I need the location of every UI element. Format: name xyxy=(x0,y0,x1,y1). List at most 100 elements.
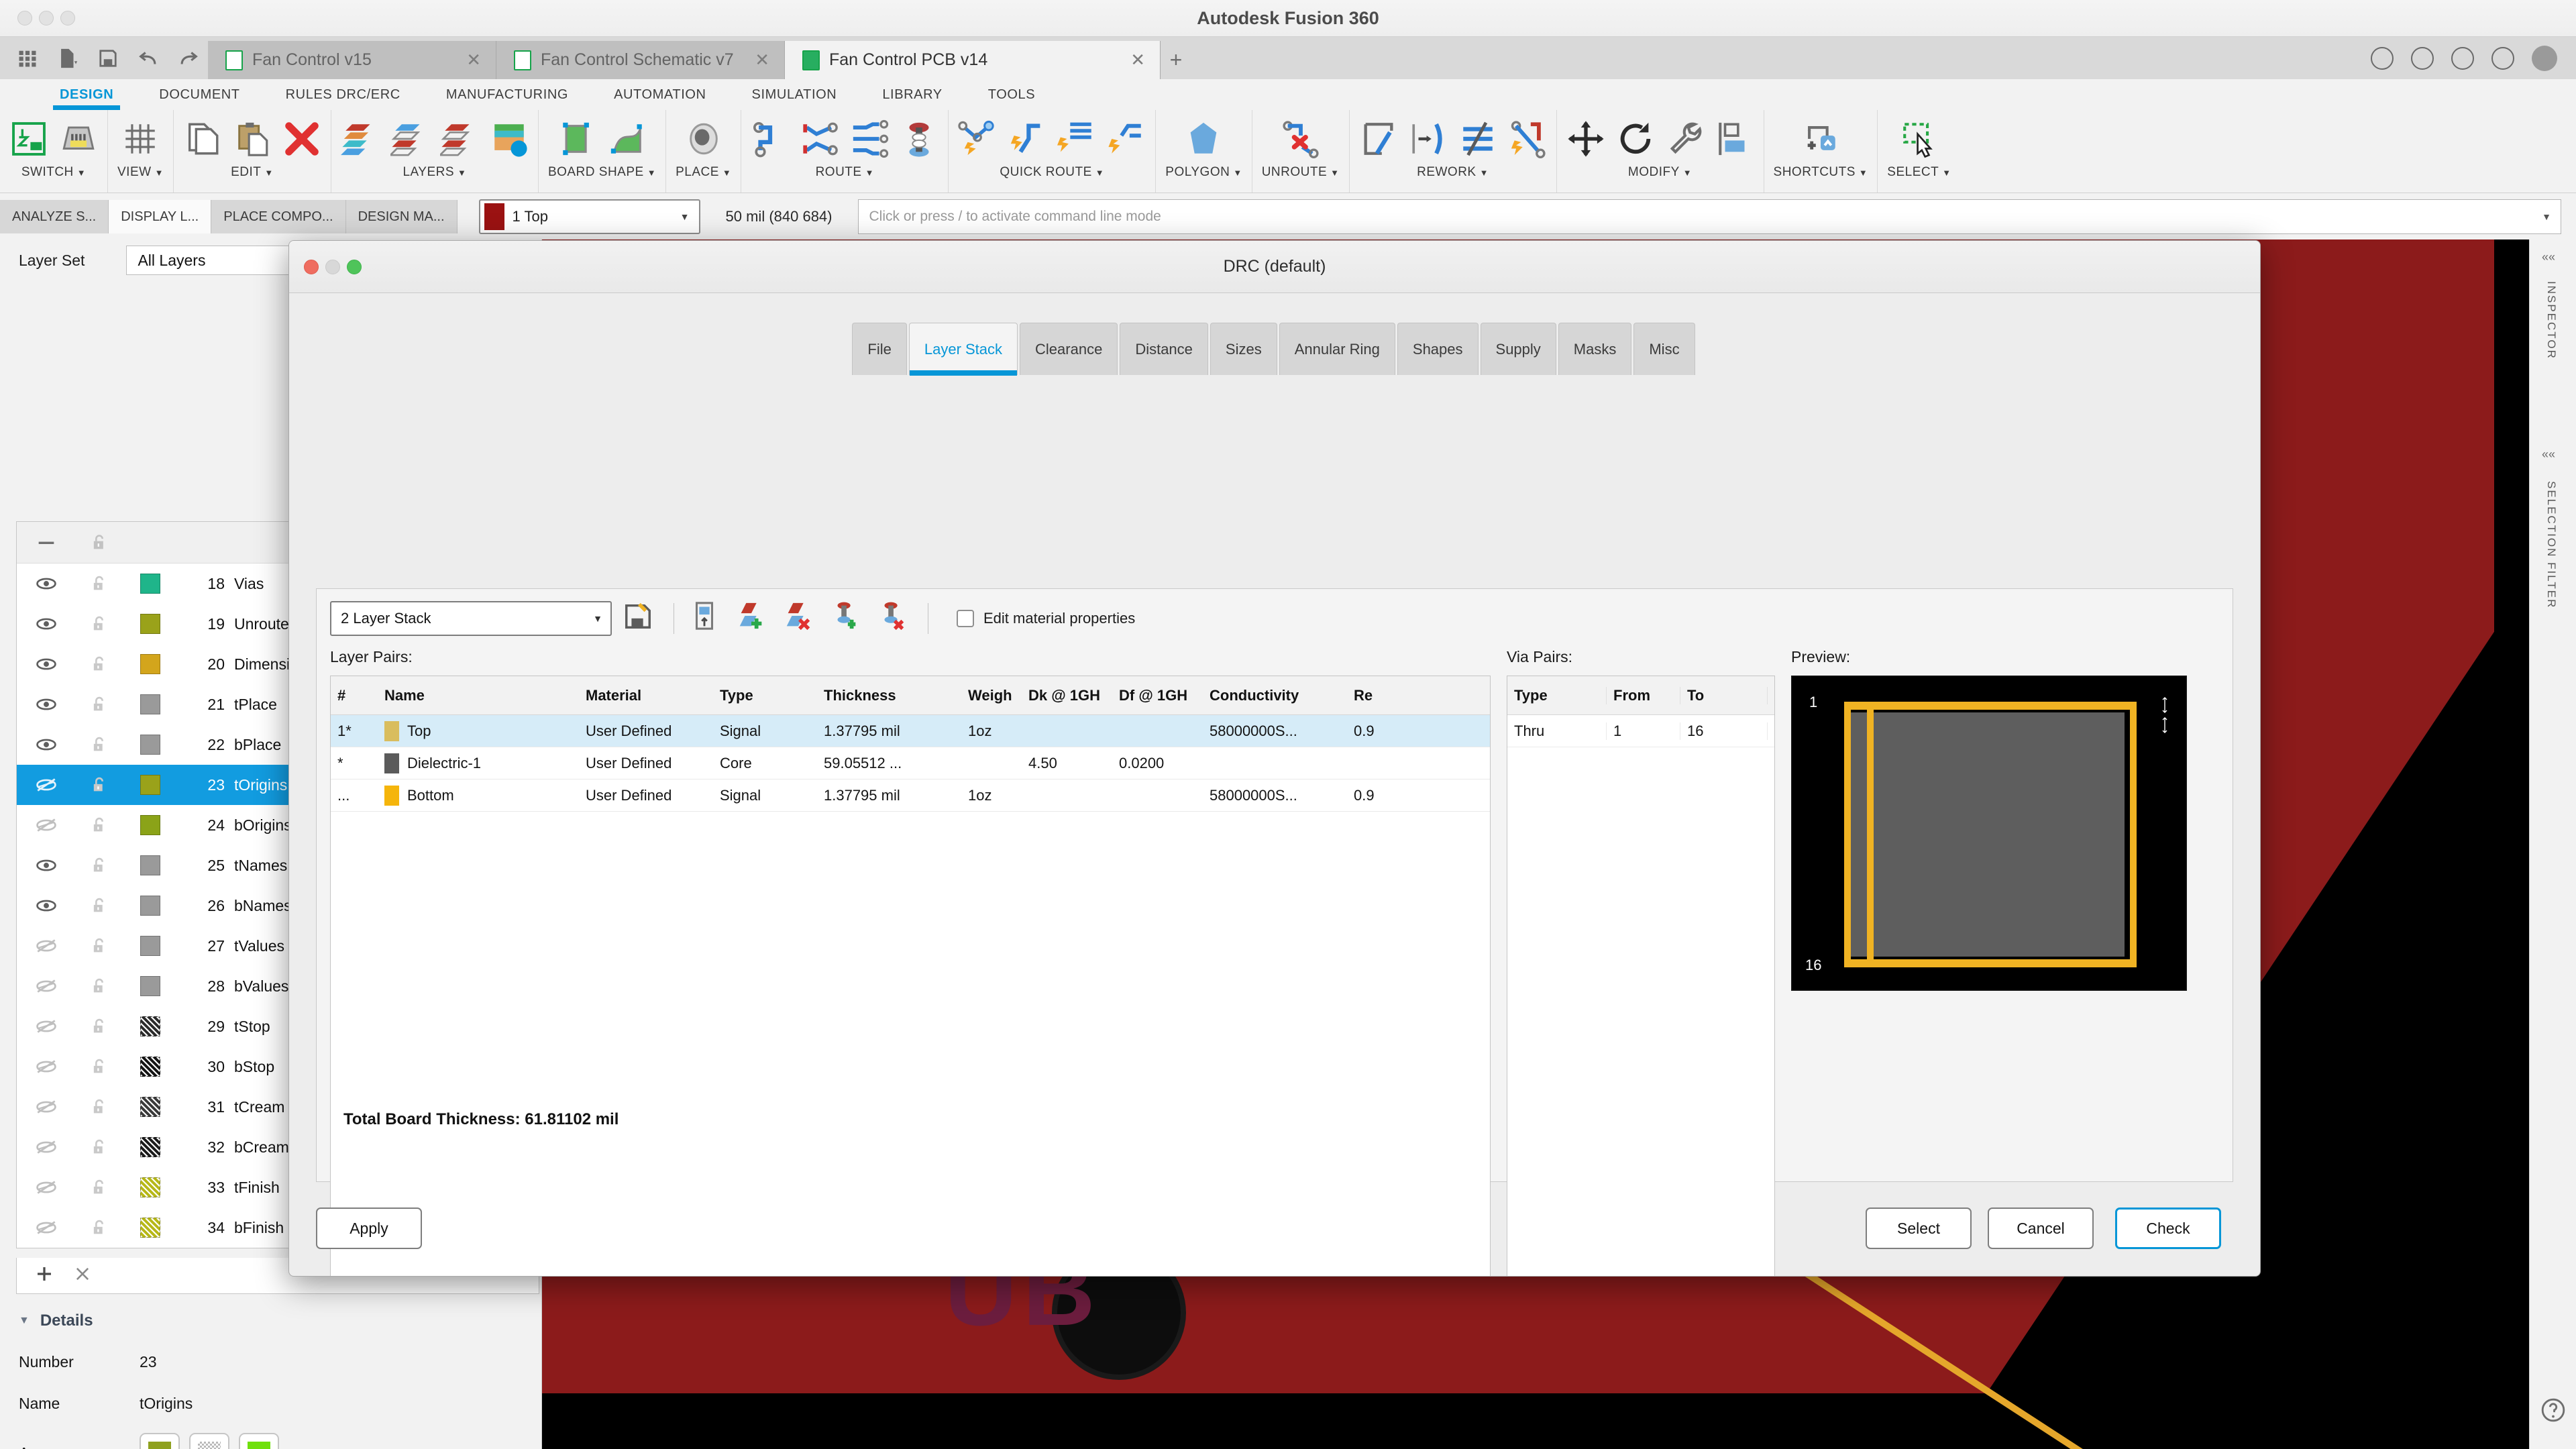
chevron-down-icon[interactable]: ▼ xyxy=(1233,168,1242,178)
ribbon-menu-manufacturing[interactable]: MANUFACTURING xyxy=(423,79,591,110)
chevron-down-icon[interactable]: ▼ xyxy=(2542,211,2551,222)
layer-visibility-icon[interactable] xyxy=(17,1055,76,1078)
stack-preset-select[interactable]: 2 Layer Stack ▼ xyxy=(330,601,612,636)
save-stack-icon[interactable] xyxy=(623,600,659,637)
shortcuts-icon[interactable] xyxy=(1801,119,1840,158)
add-via-pair-icon[interactable] xyxy=(830,600,866,637)
layer-visibility-icon[interactable] xyxy=(17,1136,76,1159)
layer-pairs-col-header[interactable]: Conductivity xyxy=(1203,687,1347,704)
delete-via-pair-icon[interactable] xyxy=(877,600,913,637)
layer-pairs-col-header[interactable]: Name xyxy=(378,687,579,704)
layer-visibility-icon[interactable] xyxy=(17,1176,76,1199)
grid-menu-icon[interactable] xyxy=(16,47,39,70)
appearance-highlight-button[interactable] xyxy=(239,1433,279,1449)
quick-route-all-icon[interactable] xyxy=(1107,119,1146,158)
layer-color-swatch-cell[interactable] xyxy=(123,614,178,634)
layer-lock-icon[interactable] xyxy=(76,614,123,633)
visibility-all-icon[interactable] xyxy=(17,531,76,554)
chevron-down-icon[interactable]: ▼ xyxy=(77,168,86,178)
layer-pairs-col-header[interactable]: Type xyxy=(713,687,817,704)
ribbon-menu-design[interactable]: DESIGN xyxy=(37,79,136,110)
layer-lock-icon[interactable] xyxy=(76,735,123,754)
chevron-down-icon[interactable]: ▼ xyxy=(155,168,164,178)
switch-to-pcb-icon[interactable] xyxy=(59,119,98,158)
ribbon-menu-library[interactable]: LIBRARY xyxy=(859,79,965,110)
chevron-down-icon[interactable]: ▼ xyxy=(680,211,690,222)
document-tab-0[interactable]: Fan Control v15 ✕ xyxy=(208,41,496,79)
cmdtab-analyze[interactable]: ANALYZE S... xyxy=(0,200,109,233)
layer-lock-icon[interactable] xyxy=(76,1097,123,1116)
quick-route-bus-icon[interactable] xyxy=(1057,119,1096,158)
layer-lock-icon[interactable] xyxy=(76,775,123,794)
layer-pairs-col-header[interactable]: Weigh xyxy=(961,687,1022,704)
layer-color-swatch-cell[interactable] xyxy=(123,855,178,875)
copy-icon[interactable] xyxy=(183,119,222,158)
layer-lock-icon[interactable] xyxy=(76,977,123,996)
layers-stack-icon[interactable] xyxy=(340,119,380,158)
close-tab-icon[interactable]: ✕ xyxy=(755,50,769,70)
save-icon[interactable] xyxy=(97,47,119,70)
add-layer-icon[interactable] xyxy=(736,600,772,637)
jobs-icon[interactable] xyxy=(2451,46,2474,70)
new-document-icon[interactable] xyxy=(56,47,79,70)
notifications-icon[interactable] xyxy=(2411,46,2434,70)
layer-lock-icon[interactable] xyxy=(76,574,123,593)
route-bus-icon[interactable] xyxy=(850,119,889,158)
layer-pairs-col-header[interactable]: Re xyxy=(1347,687,1407,704)
cmdtab-place-components[interactable]: PLACE COMPO... xyxy=(211,200,346,233)
layer-lock-icon[interactable] xyxy=(76,695,123,714)
autoroute-rework-icon[interactable] xyxy=(1508,119,1547,159)
appearance-pattern-button[interactable] xyxy=(189,1433,229,1449)
place-component-icon[interactable] xyxy=(684,119,723,158)
chevron-down-icon[interactable]: ▼ xyxy=(1942,168,1951,178)
cut-traces-icon[interactable] xyxy=(1458,119,1497,158)
layer-color-swatch-cell[interactable] xyxy=(123,735,178,755)
drc-tab-clearance[interactable]: Clearance xyxy=(1020,323,1118,375)
via-icon[interactable] xyxy=(900,119,938,158)
align-icon[interactable] xyxy=(1715,119,1754,158)
redo-icon[interactable] xyxy=(177,47,200,70)
avatar[interactable] xyxy=(2532,45,2557,71)
layer-color-swatch-cell[interactable] xyxy=(123,1218,178,1238)
drc-tab-misc[interactable]: Misc xyxy=(1633,323,1695,375)
switch-to-schematic-icon[interactable] xyxy=(9,119,48,158)
drc-tab-layer-stack[interactable]: Layer Stack xyxy=(908,323,1018,376)
command-line-input[interactable]: Click or press / to activate command lin… xyxy=(857,199,2561,234)
layer-visibility-icon[interactable] xyxy=(17,975,76,998)
add-layer-button[interactable] xyxy=(34,1264,54,1287)
layer-color-swatch-cell[interactable] xyxy=(123,976,178,996)
layer-lock-icon[interactable] xyxy=(76,1057,123,1076)
ribbon-menu-tools[interactable]: TOOLS xyxy=(965,79,1058,110)
chevron-down-icon[interactable]: ▼ xyxy=(458,168,466,178)
layer-color-swatch-cell[interactable] xyxy=(123,1137,178,1157)
edit-thickness-icon[interactable] xyxy=(689,600,725,637)
rail-tab-selection-filter[interactable]: SELECTION FILTER xyxy=(2544,481,2558,608)
edit-material-checkbox[interactable] xyxy=(957,610,974,627)
layer-lock-icon[interactable] xyxy=(76,1017,123,1036)
close-tab-icon[interactable]: ✕ xyxy=(1130,50,1145,70)
layer-lock-icon[interactable] xyxy=(76,816,123,835)
drc-tab-supply[interactable]: Supply xyxy=(1480,323,1556,375)
rail-expand-icon-2[interactable]: «« xyxy=(2542,447,2555,462)
remove-layer-button[interactable] xyxy=(73,1265,92,1287)
layer-lock-icon[interactable] xyxy=(76,1218,123,1237)
layer-pairs-row[interactable]: ... Bottom User Defined Signal 1.37795 mil 1o… xyxy=(331,780,1490,812)
via-pairs-col-header[interactable]: Type xyxy=(1507,686,1607,704)
layer-lock-icon[interactable] xyxy=(76,655,123,674)
unroute-icon[interactable] xyxy=(1281,119,1320,159)
layer-pairs-col-header[interactable]: # xyxy=(331,687,378,704)
layer-color-swatch-cell[interactable] xyxy=(123,1177,178,1197)
drc-tab-sizes[interactable]: Sizes xyxy=(1210,323,1277,375)
layer-visibility-icon[interactable] xyxy=(17,1095,76,1118)
layer-color-swatch-cell[interactable] xyxy=(123,1097,178,1117)
layer-top-icon[interactable] xyxy=(388,119,429,158)
layer-lock-icon[interactable] xyxy=(76,1138,123,1157)
chevron-down-icon[interactable]: ▼ xyxy=(722,168,731,178)
select-button[interactable]: Select xyxy=(1866,1208,1972,1249)
layer-color-swatch-cell[interactable] xyxy=(123,574,178,594)
help-bubble-icon[interactable] xyxy=(2540,1397,2566,1426)
layer-visibility-icon[interactable] xyxy=(17,854,76,877)
layer-lock-icon[interactable] xyxy=(76,856,123,875)
layer-bottom-icon[interactable] xyxy=(437,119,479,158)
layer-color-swatch-cell[interactable] xyxy=(123,1016,178,1036)
